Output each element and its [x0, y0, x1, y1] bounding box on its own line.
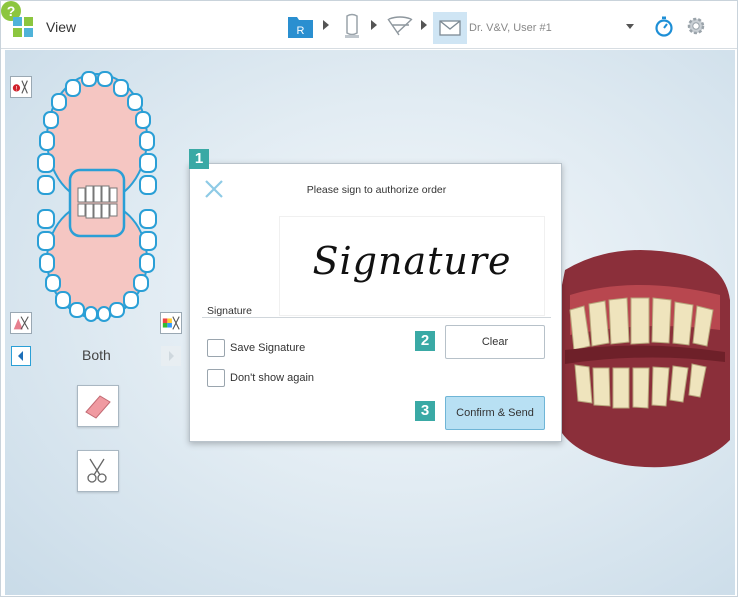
callout-2-badge: 2 — [415, 331, 435, 351]
save-signature-checkbox[interactable] — [207, 339, 225, 357]
callout-3-badge: 3 — [415, 401, 435, 421]
upper-jaw-view-icon[interactable] — [10, 312, 32, 334]
confirm-send-button[interactable]: Confirm & Send — [445, 396, 545, 430]
dont-show-again-checkbox[interactable] — [207, 369, 225, 387]
signature-dialog: Please sign to authorize order Signature… — [189, 163, 562, 442]
scan-step-icon[interactable] — [341, 13, 363, 39]
scissors-icon — [87, 458, 107, 483]
dont-show-again-label: Don't show again — [230, 372, 315, 384]
svg-text:R: R — [297, 25, 305, 37]
save-signature-option[interactable]: Save Signature — [207, 339, 305, 357]
timer-icon[interactable] — [653, 15, 675, 37]
gear-icon[interactable] — [685, 15, 707, 37]
previous-jaw-button[interactable] — [11, 346, 31, 366]
jaw-selection-label: Both — [82, 347, 111, 363]
eraser-icon — [85, 395, 111, 419]
view-step-icon[interactable] — [385, 13, 415, 39]
save-signature-label: Save Signature — [230, 342, 306, 354]
svg-text:!: ! — [16, 86, 18, 93]
tooth-diagram[interactable] — [30, 70, 165, 325]
rx-step-icon[interactable]: R — [287, 13, 315, 39]
dont-show-again-option[interactable]: Don't show again — [207, 369, 314, 387]
color-map-icon[interactable] — [160, 312, 182, 334]
send-step-icon[interactable] — [433, 12, 467, 44]
doctor-user-label: Dr. V&V, User #1 — [469, 22, 552, 34]
app-logo-icon[interactable] — [13, 17, 33, 37]
callout-1-badge: 1 — [189, 149, 209, 169]
signature-label: Signature — [207, 305, 252, 317]
step-arrow-icon — [371, 20, 377, 30]
trim-button[interactable] — [77, 450, 119, 492]
jaw-model-3d[interactable] — [545, 240, 735, 480]
clear-button[interactable]: Clear — [445, 325, 545, 359]
signature-divider — [202, 317, 551, 318]
signature-pad[interactable]: Signature — [279, 216, 545, 316]
eraser-button[interactable] — [77, 385, 119, 427]
step-arrow-icon — [421, 20, 427, 30]
dialog-title: Please sign to authorize order — [306, 184, 447, 196]
step-arrow-icon — [323, 20, 329, 30]
next-jaw-button[interactable] — [161, 346, 181, 366]
occlusion-alert-icon[interactable]: ! — [10, 76, 32, 98]
chevron-down-icon[interactable] — [626, 24, 634, 29]
signature-drawing: Signature — [312, 239, 512, 283]
view-title: View — [46, 19, 77, 35]
top-toolbar: View R Dr. V&V, User #1 ? — [1, 1, 737, 49]
